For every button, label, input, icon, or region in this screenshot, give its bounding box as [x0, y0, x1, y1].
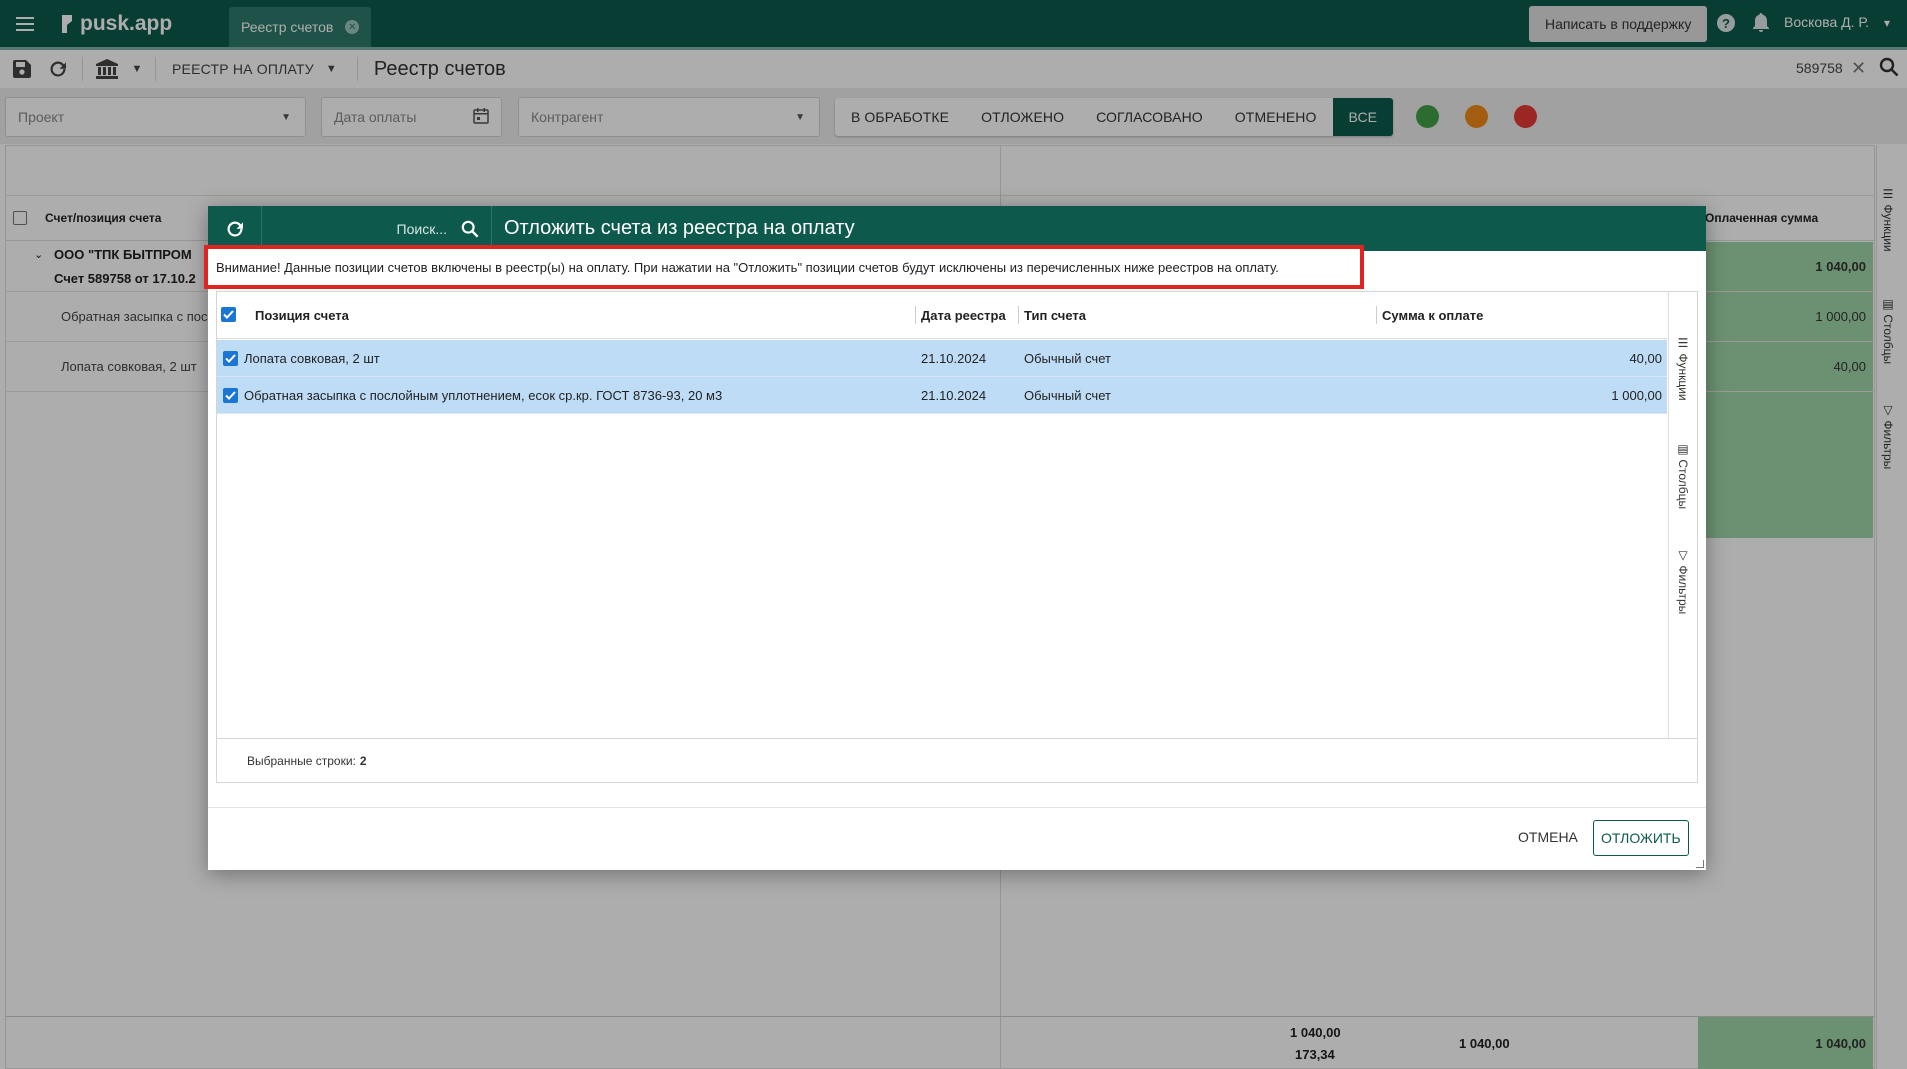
rail-columns-label: Столбцы: [1676, 459, 1690, 510]
dialog-resize-handle[interactable]: [1696, 860, 1704, 868]
row-amount: 40,00: [1629, 351, 1662, 366]
column-separator[interactable]: [1376, 306, 1377, 324]
dialog-grid-header: Позиция счета Дата реестра Тип счета Сум…: [217, 292, 1667, 339]
selected-rows-count: 2: [359, 754, 367, 768]
postpone-button[interactable]: ОТЛОЖИТЬ: [1593, 820, 1689, 856]
row-registry-date: 21.10.2024: [921, 351, 987, 366]
warning-message: Внимание! Данные позиции счетов включены…: [204, 245, 1364, 289]
search-icon[interactable]: [461, 220, 479, 238]
dialog-title: Отложить счета из реестра на оплату: [504, 217, 855, 239]
dialog-grid-side-rail: ☰ Функции ▤ Столбцы ▽ Фильтры: [1668, 292, 1698, 738]
dialog-actions-divider: [208, 807, 1706, 808]
column-header-position[interactable]: Позиция счета: [255, 308, 349, 323]
column-header-registry-date[interactable]: Дата реестра: [921, 308, 1006, 323]
table-row[interactable]: Лопата совковая, 2 шт 21.10.2024 Обычный…: [217, 340, 1667, 377]
row-checkbox[interactable]: [223, 388, 238, 403]
rail-filters-tab[interactable]: ▽ Фильтры: [1676, 548, 1690, 614]
column-header-amount[interactable]: Сумма к оплате: [1382, 308, 1483, 323]
rail-columns-tab[interactable]: ▤ Столбцы: [1676, 442, 1690, 509]
postpone-dialog: Поиск... Отложить счета из реестра на оп…: [204, 206, 1706, 870]
rail-functions-tab[interactable]: ☰ Функции: [1676, 336, 1690, 401]
row-invoice-type: Обычный счет: [1024, 351, 1111, 366]
dialog-grid-footer: Выбранные строки: 2: [217, 738, 1697, 783]
cancel-button[interactable]: ОТМЕНА: [1508, 820, 1588, 854]
row-registry-date: 21.10.2024: [921, 388, 987, 403]
row-position: Обратная засыпка с послойным уплотнением…: [244, 388, 723, 403]
row-invoice-type: Обычный счет: [1024, 388, 1111, 403]
table-row[interactable]: Обратная засыпка с послойным уплотнением…: [217, 377, 1667, 414]
row-amount: 1 000,00: [1611, 388, 1662, 403]
dialog-search-placeholder: Поиск...: [396, 220, 447, 237]
rail-filters-label: Фильтры: [1676, 565, 1690, 615]
row-checkbox[interactable]: [223, 351, 238, 366]
rail-functions-label: Функции: [1676, 353, 1690, 401]
row-position: Лопата совковая, 2 шт: [244, 351, 380, 366]
dialog-positions-grid: Позиция счета Дата реестра Тип счета Сум…: [216, 291, 1698, 783]
selected-rows-label: Выбранные строки:: [247, 754, 356, 768]
column-separator[interactable]: [1018, 306, 1019, 324]
column-header-invoice-type[interactable]: Тип счета: [1024, 308, 1086, 323]
column-separator[interactable]: [915, 306, 916, 324]
select-all-checkbox[interactable]: [221, 307, 236, 322]
